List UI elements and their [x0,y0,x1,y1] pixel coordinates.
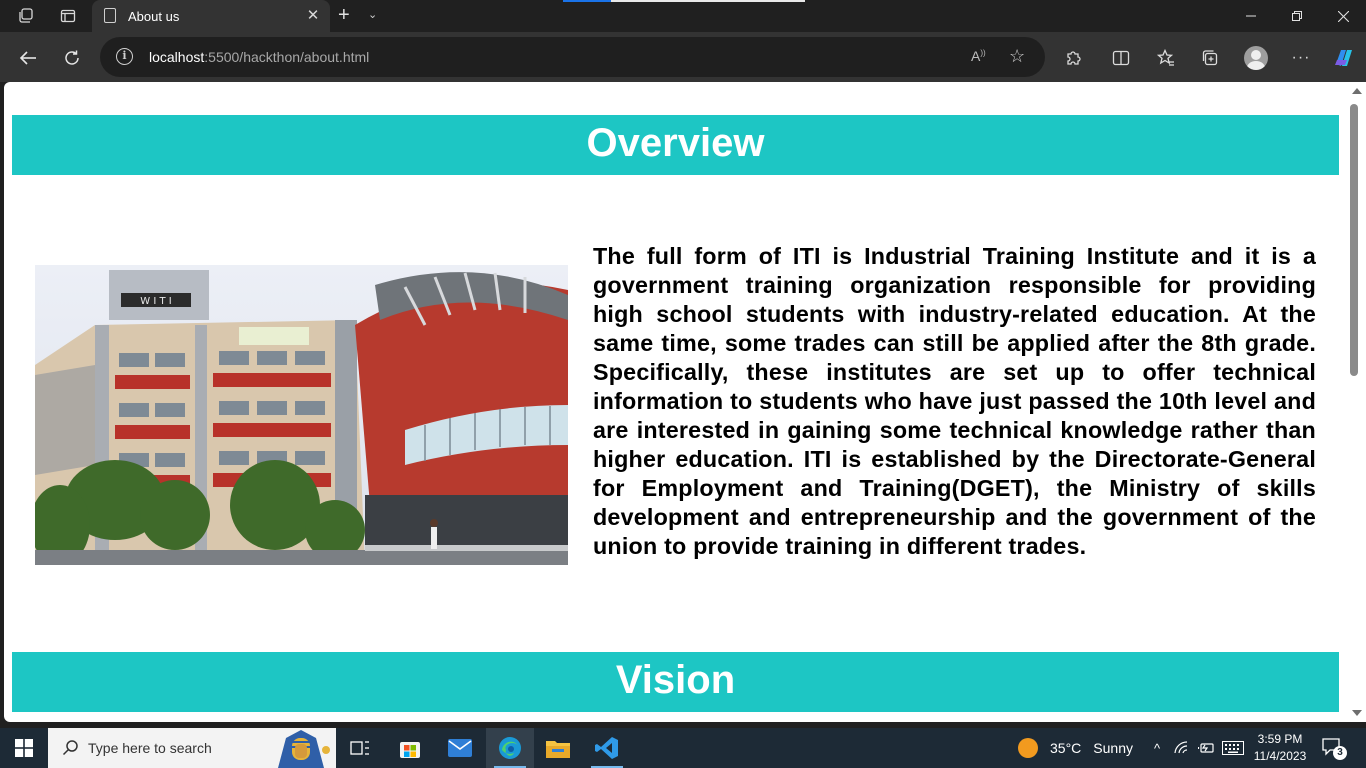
chevron-up-icon[interactable]: ^ [1148,728,1166,768]
battery-icon[interactable] [1196,728,1216,768]
browser-toolbar: i localhost:5500/hackthon/about.html A))… [0,32,1366,82]
weather-condition: Sunny [1093,740,1133,756]
url-text[interactable]: localhost:5500/hackthon/about.html [149,49,369,65]
page-load-progress-fill [563,0,612,2]
tab-actions-icon[interactable] [56,4,80,28]
page-viewport: Overview W I T I The full form of ITI is… [4,82,1350,722]
copilot-icon[interactable] [1330,44,1358,72]
network-icon[interactable] [1172,728,1192,768]
read-aloud-icon[interactable]: A)) [971,48,986,64]
tab-about-us[interactable]: About us ✕ [92,0,330,32]
notification-center-icon[interactable]: 3 [1322,738,1347,760]
page-scrollbar[interactable] [1348,82,1366,722]
chevron-down-icon[interactable]: ⌄ [368,8,377,21]
taskbar-search-box[interactable]: Type here to search [48,728,336,768]
system-clock[interactable]: 3:59 PM 11/4/2023 [1248,731,1312,765]
profile-avatar[interactable] [1244,46,1268,70]
url-path: :5500/hackthon/about.html [204,49,370,65]
scroll-down-arrow-icon[interactable] [1352,710,1362,716]
extensions-icon[interactable] [1059,44,1087,72]
restore-icon[interactable] [1274,0,1320,32]
workspaces-icon[interactable] [14,4,38,28]
close-window-icon[interactable] [1320,0,1366,32]
iti-building-image: W I T I [35,265,568,565]
weather-widget[interactable]: 35°C Sunny [1018,728,1133,768]
favorites-icon[interactable] [1152,44,1180,72]
edge-browser-taskbar-icon[interactable] [486,728,534,768]
page-load-progress [563,0,805,2]
weather-temperature: 35°C [1050,740,1082,756]
notification-count-badge: 3 [1333,746,1347,760]
add-favorite-star-icon[interactable]: ☆ [1009,46,1025,67]
new-tab-icon[interactable]: + [338,5,350,25]
minimize-icon[interactable] [1228,0,1274,32]
mail-icon[interactable] [436,728,484,768]
keyboard-icon[interactable] [1220,728,1246,768]
task-view-icon[interactable] [336,728,384,768]
avatar-head-shape [1251,50,1261,60]
page-favicon-icon [104,8,116,23]
microsoft-store-icon[interactable] [386,728,434,768]
sunny-weather-icon [1018,738,1038,758]
site-info-icon[interactable]: i [116,48,133,65]
search-icon [62,739,80,762]
search-highlight-illustration-icon [278,730,330,768]
start-button[interactable] [0,728,48,768]
clock-time: 3:59 PM [1257,732,1303,746]
about-iti-paragraph: The full form of ITI is Industrial Train… [593,243,1316,559]
overview-heading: Overview [12,115,1339,175]
more-options-icon[interactable]: ··· [1287,44,1315,72]
scrollbar-thumb[interactable] [1350,104,1358,376]
url-host: localhost [149,49,205,65]
windows-logo-icon [15,739,33,757]
vision-heading: Vision [12,652,1339,712]
windows-taskbar: Type here to search 35°C Sunny ^ 3:59 PM… [0,728,1366,768]
building-sign-text: W I T I [140,296,171,307]
collections-icon[interactable] [1196,44,1224,72]
scroll-up-arrow-icon[interactable] [1352,88,1362,94]
browser-titlebar: About us ✕ + ⌄ [0,0,1366,32]
split-screen-icon[interactable] [1107,44,1135,72]
avatar-body-shape [1247,61,1265,70]
tab-title: About us [128,9,180,24]
address-bar[interactable]: i localhost:5500/hackthon/about.html A))… [100,37,1045,77]
clock-date: 11/4/2023 [1253,749,1307,763]
close-tab-icon[interactable]: ✕ [304,7,322,25]
back-icon[interactable] [14,44,42,72]
file-explorer-icon[interactable] [534,728,582,768]
refresh-icon[interactable] [58,44,86,72]
search-placeholder: Type here to search [88,740,212,756]
vscode-icon[interactable] [583,728,631,768]
